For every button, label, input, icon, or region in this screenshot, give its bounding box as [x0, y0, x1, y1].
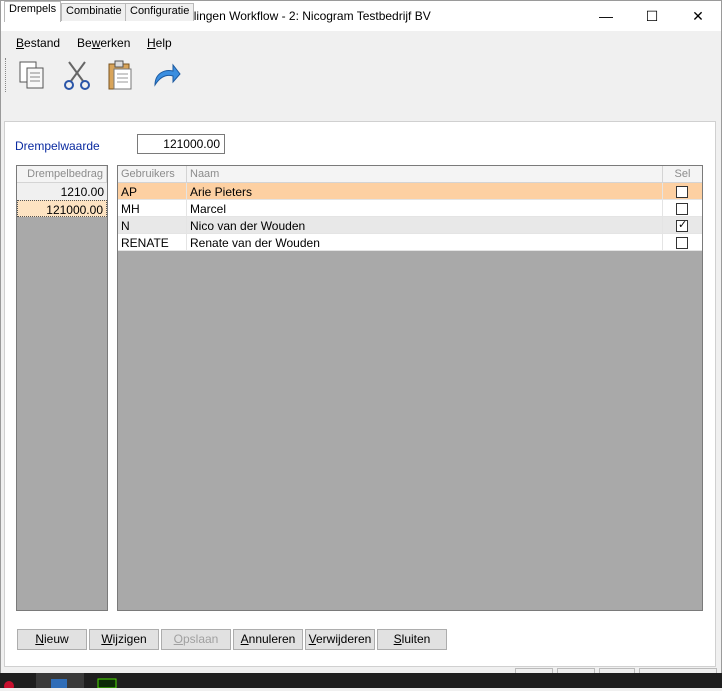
minimize-button[interactable]: —: [583, 1, 629, 31]
table-row[interactable]: N Nico van der Wouden ✓: [118, 217, 702, 234]
user-code: N: [118, 217, 187, 234]
sel-checkbox-checked[interactable]: ✓: [676, 219, 688, 232]
table-row[interactable]: AP Arie Pieters: [118, 183, 702, 200]
drempelbedrag-header[interactable]: Drempelbedrag: [17, 166, 107, 183]
user-code: AP: [118, 183, 187, 200]
tab-configuratie[interactable]: Configuratie: [125, 3, 195, 21]
drempelwaarde-input[interactable]: [137, 134, 225, 154]
table-row[interactable]: MH Marcel: [118, 200, 702, 217]
drempelbedrag-row[interactable]: 1210.00: [17, 183, 107, 200]
user-code: MH: [118, 200, 187, 217]
copy-button[interactable]: [14, 58, 50, 92]
maximize-button[interactable]: ☐: [629, 1, 675, 31]
gebruikers-header[interactable]: Gebruikers: [118, 166, 187, 183]
user-name: Marcel: [187, 200, 663, 217]
tab-drempels[interactable]: Drempels: [4, 1, 62, 22]
menu-bestand[interactable]: Bestand: [16, 36, 60, 50]
minimize-icon: —: [599, 8, 613, 24]
menu-bar: Bestand Bewerken Help: [1, 32, 721, 54]
user-code: RENATE: [118, 234, 187, 251]
drempelbedrag-grid[interactable]: Drempelbedrag 1210.00 121000.00: [16, 165, 108, 611]
cut-icon: [64, 61, 90, 90]
drempelbedrag-row-current[interactable]: 121000.00: [17, 200, 107, 217]
wijzigen-button[interactable]: Wijzigen: [89, 629, 159, 650]
sel-checkbox[interactable]: [676, 186, 688, 198]
tab-combinatie[interactable]: Combinatie: [61, 3, 127, 21]
menu-help[interactable]: Help: [147, 36, 172, 50]
nieuw-button[interactable]: Nieuw: [17, 629, 87, 650]
close-button[interactable]: ✕: [675, 1, 721, 31]
annuleren-button[interactable]: Annuleren: [233, 629, 303, 650]
table-row[interactable]: RENATE Renate van der Wouden: [118, 234, 702, 251]
sluiten-button[interactable]: Sluiten: [377, 629, 447, 650]
maximize-icon: ☐: [645, 7, 659, 24]
paste-icon: [108, 60, 132, 90]
user-name: Renate van der Wouden: [187, 234, 663, 251]
komas-window: KOMAS - 4160 Beheren instellingen Workfl…: [0, 0, 722, 688]
taskbar-dreamweaver-icon[interactable]: [96, 673, 120, 689]
menu-bewerken[interactable]: Bewerken: [77, 36, 130, 50]
cut-button[interactable]: [59, 58, 95, 92]
sel-checkbox[interactable]: [676, 237, 688, 249]
drempelwaarde-label: Drempelwaarde: [15, 139, 100, 153]
paste-button[interactable]: [102, 58, 138, 92]
taskbar: [0, 673, 722, 691]
gebruikers-grid[interactable]: Gebruikers Naam Sel AP Arie Pieters MH M…: [117, 165, 703, 611]
check-icon: ✓: [678, 219, 688, 231]
sel-checkbox[interactable]: [676, 203, 688, 215]
taskbar-app-icon[interactable]: [0, 673, 22, 691]
copy-icon: [19, 61, 44, 89]
opslaan-button[interactable]: Opslaan: [161, 629, 231, 650]
user-name: Nico van der Wouden: [187, 217, 663, 234]
sel-header[interactable]: Sel: [663, 166, 702, 183]
undo-button[interactable]: [147, 58, 183, 92]
user-name: Arie Pieters: [187, 183, 663, 200]
taskbar-komas-icon[interactable]: [36, 673, 84, 688]
toolbar: [1, 54, 721, 96]
close-icon: ✕: [692, 7, 704, 24]
undo-icon: [154, 63, 181, 87]
toolbar-grip[interactable]: [5, 58, 8, 92]
naam-header[interactable]: Naam: [187, 166, 663, 183]
verwijderen-button[interactable]: Verwijderen: [305, 629, 375, 650]
